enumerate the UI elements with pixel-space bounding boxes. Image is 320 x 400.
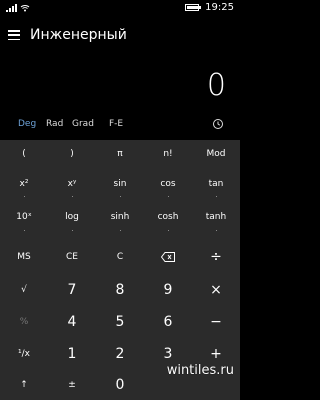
log-key-label: log <box>65 212 79 222</box>
watermark: wintiles.ru <box>166 363 234 378</box>
power-key-label: xʸ <box>67 179 77 189</box>
clear-key[interactable]: C <box>96 240 144 274</box>
cosh-key-label: cosh <box>157 212 179 222</box>
square-key-label: x² <box>19 179 29 189</box>
cosh-key[interactable]: cosh <box>144 200 192 234</box>
keypad-row-5: √ 7 8 9 × <box>0 274 240 306</box>
percent-key[interactable]: % <box>0 306 48 338</box>
tan-key[interactable]: tan <box>192 168 240 200</box>
battery-icon <box>185 4 202 11</box>
app-bar: Инженерный <box>0 24 240 46</box>
open-paren-key[interactable]: ( <box>0 140 48 168</box>
page-title: Инженерный <box>30 27 127 43</box>
ten-power-key[interactable]: 10ˣ <box>0 200 48 234</box>
keypad-row-4: MS CE C ÷ <box>0 240 240 274</box>
mode-deg-button[interactable]: Deg <box>18 117 36 131</box>
result-display: 0 <box>206 68 226 103</box>
zero-key[interactable]: 0 <box>96 370 144 400</box>
sinh-key-label: sinh <box>110 212 130 222</box>
clear-entry-key[interactable]: CE <box>48 240 96 274</box>
memory-store-key[interactable]: MS <box>0 240 48 274</box>
status-time: 19:25 <box>205 2 234 13</box>
status-right: 19:25 <box>185 2 234 13</box>
six-key[interactable]: 6 <box>144 306 192 338</box>
sin-key-label: sin <box>113 179 127 189</box>
close-paren-key[interactable]: ) <box>48 140 96 168</box>
keypad: ( ) π n! Mod x² xʸ sin cos tan 10ˣ log s… <box>0 140 240 400</box>
ten-power-key-label: 10ˣ <box>16 212 32 222</box>
pi-key[interactable]: π <box>96 140 144 168</box>
keypad-row-3: 10ˣ log sinh cosh tanh <box>0 200 240 234</box>
tan-key-label: tan <box>208 179 224 189</box>
mode-rad-button[interactable]: Rad <box>46 117 63 131</box>
one-key[interactable]: 1 <box>48 338 96 370</box>
power-key[interactable]: xʸ <box>48 168 96 200</box>
cos-key-label: cos <box>160 179 176 189</box>
sinh-key[interactable]: sinh <box>96 200 144 234</box>
multiply-key[interactable]: × <box>192 274 240 306</box>
backspace-icon <box>161 252 175 262</box>
log-key[interactable]: log <box>48 200 96 234</box>
status-left <box>6 4 30 12</box>
cos-key[interactable]: cos <box>144 168 192 200</box>
status-bar: 19:25 <box>0 0 240 16</box>
factorial-key[interactable]: n! <box>144 140 192 168</box>
tanh-key-label: tanh <box>205 212 227 222</box>
four-key[interactable]: 4 <box>48 306 96 338</box>
history-icon[interactable] <box>212 118 224 130</box>
mode-grad-button[interactable]: Grad <box>72 117 94 131</box>
five-key[interactable]: 5 <box>96 306 144 338</box>
mode-bar: Deg Rad Grad F-E <box>0 117 240 133</box>
signal-icon <box>6 4 17 12</box>
two-key[interactable]: 2 <box>96 338 144 370</box>
eight-key[interactable]: 8 <box>96 274 144 306</box>
reciprocal-key[interactable]: ¹/x <box>0 338 48 370</box>
seven-key[interactable]: 7 <box>48 274 96 306</box>
sin-key[interactable]: sin <box>96 168 144 200</box>
tanh-key[interactable]: tanh <box>192 200 240 234</box>
mod-key[interactable]: Mod <box>192 140 240 168</box>
backspace-key[interactable] <box>144 240 192 274</box>
minus-key[interactable]: − <box>192 306 240 338</box>
keypad-row-1: ( ) π n! Mod <box>0 140 240 168</box>
square-key[interactable]: x² <box>0 168 48 200</box>
hamburger-menu-icon[interactable] <box>8 30 20 40</box>
nine-key[interactable]: 9 <box>144 274 192 306</box>
divide-key[interactable]: ÷ <box>192 240 240 274</box>
keypad-row-6: % 4 5 6 − <box>0 306 240 338</box>
mode-fe-button[interactable]: F-E <box>109 117 123 131</box>
wifi-icon <box>20 5 30 12</box>
keypad-row-2: x² xʸ sin cos tan <box>0 168 240 200</box>
shift-key[interactable]: ↑ <box>0 370 48 400</box>
negate-key[interactable]: ± <box>48 370 96 400</box>
sqrt-key[interactable]: √ <box>0 274 48 306</box>
